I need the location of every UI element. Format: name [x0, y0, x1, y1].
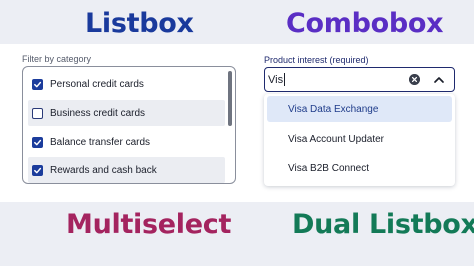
checkbox-unchecked[interactable] [32, 107, 43, 119]
combobox-dropdown: Visa Data Exchange Visa Account Updater … [264, 94, 455, 186]
combobox-option-b2b-connect[interactable]: Visa B2B Connect [267, 155, 452, 181]
dual-listbox-heading: Dual Listbox [292, 209, 474, 240]
listbox-option-business[interactable]: Business credit cards [28, 100, 225, 126]
category-listbox[interactable]: Personal credit cards Business credit ca… [22, 66, 236, 184]
checkmark-icon [34, 81, 42, 87]
listbox-scrollbar[interactable] [228, 71, 232, 126]
text-caret [284, 73, 286, 86]
checkbox-checked[interactable] [32, 164, 43, 176]
combobox-option-account-updater[interactable]: Visa Account Updater [267, 126, 452, 152]
listbox-option-label: Business credit cards [50, 107, 146, 119]
combobox-option-data-exchange[interactable]: Visa Data Exchange [267, 96, 452, 122]
combobox-value: Vis [268, 73, 284, 86]
combobox-heading: Combobox [286, 8, 444, 39]
listbox-option-rewards[interactable]: Rewards and cash back [28, 157, 225, 183]
checkbox-checked[interactable] [32, 78, 43, 90]
listbox-heading: Listbox [85, 8, 194, 39]
checkbox-checked[interactable] [32, 136, 43, 148]
checkmark-icon [34, 167, 42, 173]
clear-icon[interactable] [409, 74, 420, 85]
listbox-option-label: Rewards and cash back [50, 164, 157, 176]
listbox-option-personal[interactable]: Personal credit cards [28, 71, 225, 97]
listbox-label: Filter by category [22, 54, 92, 64]
product-interest-input[interactable]: Vis [264, 67, 455, 92]
listbox-option-label: Personal credit cards [50, 78, 144, 90]
checkmark-icon [34, 139, 42, 145]
multiselect-heading: Multiselect [66, 209, 232, 240]
listbox-option-balance[interactable]: Balance transfer cards [28, 129, 225, 155]
listbox-option-label: Balance transfer cards [50, 136, 151, 148]
chevron-up-icon[interactable] [433, 75, 445, 85]
combobox-label: Product interest (required) [264, 55, 369, 65]
